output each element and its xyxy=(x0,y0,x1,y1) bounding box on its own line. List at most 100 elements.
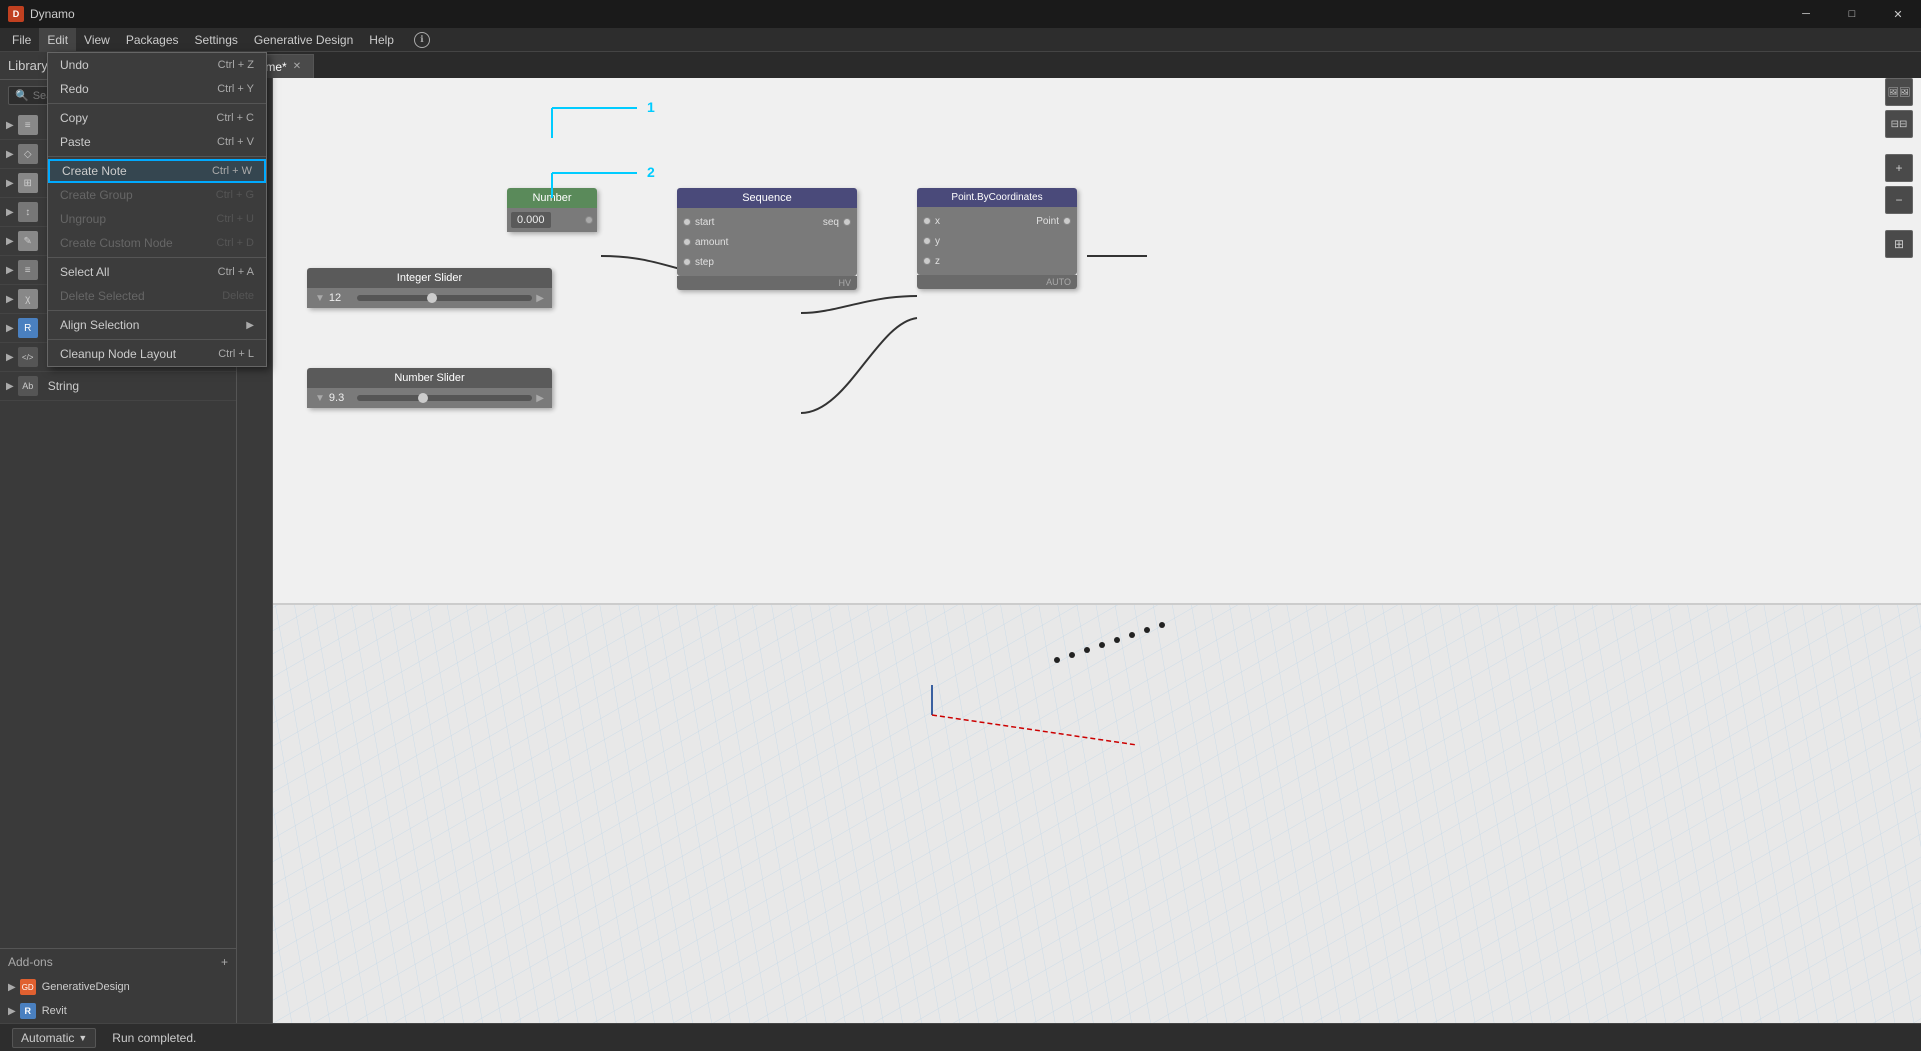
zoom-out-button[interactable]: − xyxy=(1885,186,1913,214)
menu-redo[interactable]: Redo Ctrl + Y xyxy=(48,77,266,101)
viewport-3d[interactable] xyxy=(237,603,1921,1023)
collapse-arrow: ▶ xyxy=(6,294,14,305)
nslider-track[interactable] xyxy=(357,395,532,401)
port-dot-y xyxy=(923,237,931,245)
menu-generative-design[interactable]: Generative Design xyxy=(246,28,361,52)
node-nslider-body: ▼ 9.3 ▶ xyxy=(307,388,552,408)
close-button[interactable]: ✕ xyxy=(1875,0,1921,28)
node-sequence[interactable]: Sequence start seq amount xyxy=(677,188,857,290)
port-x[interactable]: x xyxy=(917,211,997,231)
node-islider-body: ▼ 12 ▶ xyxy=(307,288,552,308)
edit-dropdown-menu: Undo Ctrl + Z Redo Ctrl + Y Copy Ctrl + … xyxy=(47,52,267,367)
addon-generative-design[interactable]: ▶ GD GenerativeDesign xyxy=(0,975,236,999)
menu-select-all[interactable]: Select All Ctrl + A xyxy=(48,260,266,284)
node-point-footer: AUTO xyxy=(917,275,1077,289)
menu-packages[interactable]: Packages xyxy=(118,28,187,52)
nslider-down-arrow[interactable]: ▼ xyxy=(315,393,325,404)
port-amount[interactable]: amount xyxy=(677,232,857,252)
node-number-header: Number xyxy=(507,188,597,208)
menu-settings[interactable]: Settings xyxy=(187,28,246,52)
slider-value[interactable]: 12 xyxy=(329,292,353,304)
addons-header: Add-ons + xyxy=(0,948,236,975)
menu-create-custom-node[interactable]: Create Custom Node Ctrl + D xyxy=(48,231,266,255)
collapse-arrow: ▶ xyxy=(6,178,14,189)
zoom-in-button[interactable]: + xyxy=(1885,154,1913,182)
menu-file[interactable]: File xyxy=(4,28,39,52)
canvas-area[interactable]: Number 0.000 Sequence start seq xyxy=(237,78,1921,1023)
separator-5 xyxy=(48,339,266,340)
menu-help[interactable]: Help xyxy=(361,28,402,52)
tab-bar: Home* ✕ xyxy=(237,52,1921,78)
collapse-arrow: ▶ xyxy=(6,149,14,160)
section-icon: Ab xyxy=(18,376,38,396)
port-point-out[interactable]: Point xyxy=(1030,211,1077,231)
port-step[interactable]: step xyxy=(677,252,857,272)
info-icon: ℹ xyxy=(414,32,430,48)
run-status-text: Run completed. xyxy=(112,1031,196,1045)
collapse-arrow: ▶ xyxy=(6,381,14,392)
menu-copy[interactable]: Copy Ctrl + C xyxy=(48,106,266,130)
menu-create-note[interactable]: Create Note Ctrl + W xyxy=(48,159,266,183)
node-point[interactable]: Point.ByCoordinates x Point xyxy=(917,188,1077,289)
separator-1 xyxy=(48,103,266,104)
port-dot-start xyxy=(683,218,691,226)
menu-view[interactable]: View xyxy=(76,28,118,52)
node-nslider-header: Number Slider xyxy=(307,368,552,388)
section-icon: ≡ xyxy=(18,115,38,135)
node-point-header: Point.ByCoordinates xyxy=(917,188,1077,207)
menu-align-selection[interactable]: Align Selection ▶ xyxy=(48,313,266,337)
app-icon: D xyxy=(8,6,24,22)
section-icon: ⊞ xyxy=(18,173,38,193)
section-label: String xyxy=(48,379,79,393)
search-icon: 🔍 xyxy=(15,89,29,102)
node-integer-slider[interactable]: Integer Slider ▼ 12 ▶ xyxy=(307,268,552,308)
run-mode-dropdown[interactable]: Automatic ▼ xyxy=(12,1028,96,1048)
slider-down-arrow[interactable]: ▼ xyxy=(315,293,325,304)
nslider-value[interactable]: 9.3 xyxy=(329,392,353,404)
menu-create-group[interactable]: Create Group Ctrl + G xyxy=(48,183,266,207)
port-start[interactable]: start xyxy=(677,212,767,232)
zoom-fit-button[interactable]: ⊞ xyxy=(1885,230,1913,258)
title-bar: D Dynamo ─ □ ✕ xyxy=(0,0,1921,28)
node-number-body: 0.000 xyxy=(507,208,597,232)
collapse-arrow: ▶ xyxy=(6,323,14,334)
menu-undo[interactable]: Undo Ctrl + Z xyxy=(48,53,266,77)
section-icon: R xyxy=(18,318,38,338)
menu-cleanup-node-layout[interactable]: Cleanup Node Layout Ctrl + L xyxy=(48,342,266,366)
maximize-button[interactable]: □ xyxy=(1829,0,1875,28)
port-seq-out[interactable]: seq xyxy=(817,212,857,232)
slider-right-arrow[interactable]: ▶ xyxy=(536,293,544,304)
port-z[interactable]: z xyxy=(917,251,1077,271)
sidebar-section-string[interactable]: ▶ Ab String xyxy=(0,372,236,401)
nslider-thumb[interactable] xyxy=(418,393,428,403)
addon-icon-revit: R xyxy=(20,1003,36,1019)
collapse-arrow: ▶ xyxy=(6,352,14,363)
slider-thumb[interactable] xyxy=(427,293,437,303)
node-number[interactable]: Number 0.000 xyxy=(507,188,597,232)
addons-plus-button[interactable]: + xyxy=(221,955,228,969)
collapse-arrow: ▶ xyxy=(6,236,14,247)
addon-arrow: ▶ xyxy=(8,982,16,993)
tab-close-button[interactable]: ✕ xyxy=(293,61,301,72)
addon-arrow: ▶ xyxy=(8,1006,16,1017)
window-controls: ─ □ ✕ xyxy=(1783,0,1921,28)
toolbar-layout-button[interactable]: ⊟⊟ xyxy=(1885,110,1913,138)
point-row-x: x Point xyxy=(917,211,1077,231)
nslider-right-arrow[interactable]: ▶ xyxy=(536,393,544,404)
menu-edit[interactable]: Edit xyxy=(39,28,76,52)
menu-info[interactable]: ℹ xyxy=(406,28,438,52)
menu-ungroup[interactable]: Ungroup Ctrl + U xyxy=(48,207,266,231)
slider-track[interactable] xyxy=(357,295,532,301)
minimize-button[interactable]: ─ xyxy=(1783,0,1829,28)
number-value[interactable]: 0.000 xyxy=(511,212,551,228)
separator-3 xyxy=(48,257,266,258)
port-y[interactable]: y xyxy=(917,231,1077,251)
menu-paste[interactable]: Paste Ctrl + V xyxy=(48,130,266,154)
section-icon: ↕ xyxy=(18,202,38,222)
node-number-slider[interactable]: Number Slider ▼ 9.3 ▶ xyxy=(307,368,552,408)
collapse-arrow: ▶ xyxy=(6,207,14,218)
menu-delete-selected[interactable]: Delete Selected Delete xyxy=(48,284,266,308)
addon-revit[interactable]: ▶ R Revit xyxy=(0,999,236,1023)
output-port[interactable] xyxy=(585,216,593,224)
toolbar-icons-button[interactable]: 🖼🖼 xyxy=(1885,78,1913,106)
